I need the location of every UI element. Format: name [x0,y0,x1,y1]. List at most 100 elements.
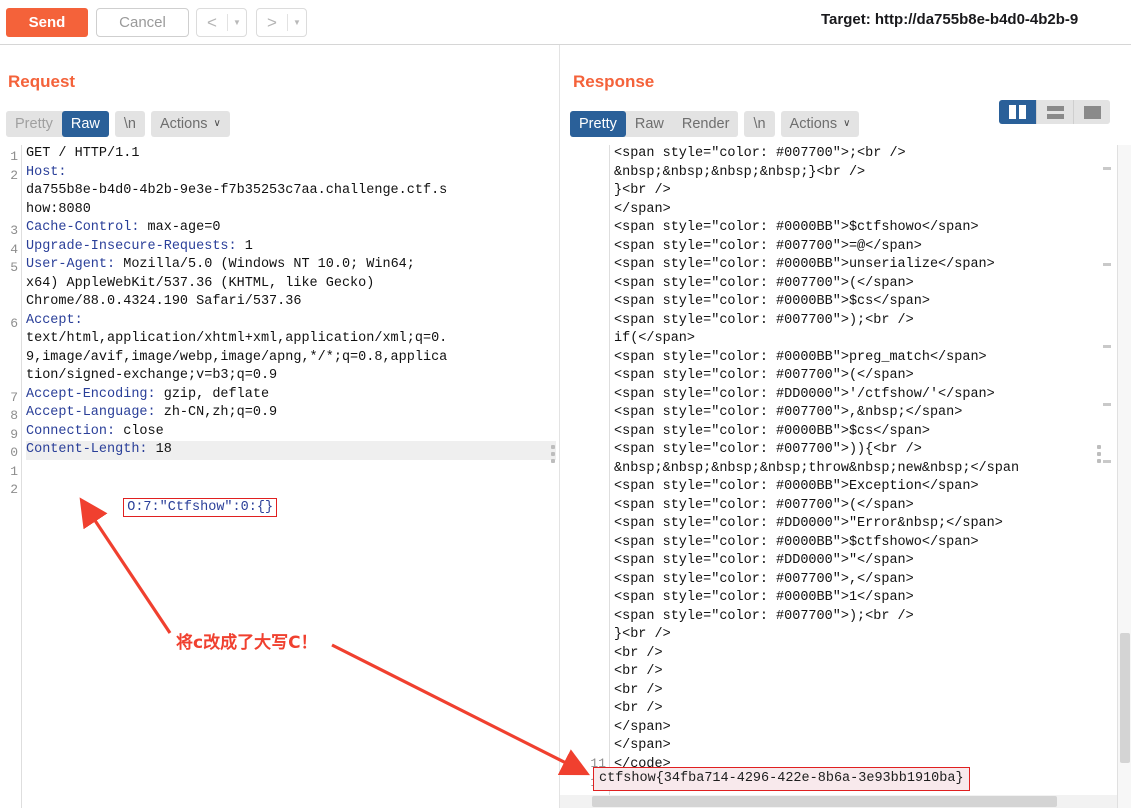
response-line: <span style="color: #007700">(</span> [614,497,1131,516]
tab-request-pretty[interactable]: Pretty [6,111,62,137]
response-line-text: <span style="color: #007700">);<br /> [614,608,914,624]
response-line: <span style="color: #0000BB">preg_match<… [614,349,1131,368]
layout-split-horizontal-button[interactable] [1036,100,1073,124]
tab-response-raw[interactable]: Raw [625,111,673,137]
request-line: O:7:"Ctfshow":0:{} [26,478,560,517]
request-line: 9,image/avif,image/webp,image/apng,*/*;q… [26,349,560,368]
response-line-text: <span style="color: #0000BB">$cs</span> [614,423,930,439]
response-line-text: <span style="color: #007700">(</span> [614,497,914,513]
header-name: Content-Length: [26,442,148,457]
response-line-text: <span style="color: #007700">,</span> [614,571,914,587]
line-number: 1 [10,149,18,164]
response-line-text: </span> [614,719,671,735]
scrollbar-thumb[interactable] [592,796,1057,807]
response-editor[interactable]: 11 12 <span style="color: #007700">;<br … [560,145,1131,808]
request-line: User-Agent: Mozilla/5.0 (Windows NT 10.0… [26,256,560,275]
split-horizontal-icon [1046,105,1064,119]
chevron-down-icon: ∨ [843,118,851,129]
history-back-button[interactable]: < ▼ [196,8,247,37]
response-line: <span style="color: #007700">,</span> [614,571,1131,590]
request-line: Host: [26,164,560,183]
tab-response-render[interactable]: Render [672,111,739,137]
response-line: <span style="color: #007700">=@</span> [614,238,1131,257]
request-line: Upgrade-Insecure-Requests: 1 [26,238,560,257]
response-line-text: <span style="color: #007700">(</span> [614,275,914,291]
line-number: 3 [10,223,18,238]
tab-request-raw[interactable]: Raw [61,111,109,137]
header-value: 1 [236,238,253,254]
request-editor[interactable]: 1 2 3 4 5 6 7 8 9 0 1 2 GET / HTTP/1.1 H… [0,145,560,808]
response-line-text: <span style="color: #DD0000">"</span> [614,553,914,568]
response-line: </span> [614,719,1131,738]
header-value: tion/signed-exchange;v=b3;q=0.9 [26,368,278,383]
tab-response-pretty[interactable]: Pretty [570,111,626,137]
response-line: <span style="color: #DD0000">'/ctfshow/'… [614,386,1131,405]
response-line: }<br /> [614,626,1131,645]
line-number: 6 [10,315,18,331]
response-lines: <span style="color: #007700">;<br /> &nb… [614,145,1131,774]
header-value: zh-CN,zh;q=0.9 [155,405,278,420]
response-line-text: }<br /> [614,183,671,198]
response-line: <span style="color: #007700">(</span> [614,275,1131,294]
response-line-text: <span style="color: #007700">,&nbsp;</sp… [614,405,963,420]
split-vertical-icon [1009,105,1026,119]
response-line: <span style="color: #007700">);<br /> [614,312,1131,331]
top-toolbar: Send Cancel < ▼ > ▼ Target: http://da755… [0,0,1131,45]
header-name: Connection: [26,423,116,439]
response-flag-highlight[interactable]: ctfshow{34fba714-4296-422e-8b6a-3e93bb19… [593,767,970,791]
header-name: Cache-Control: [26,220,140,235]
line-number: 5 [10,260,18,275]
response-line-text: <span style="color: #0000BB">unserialize… [614,257,995,272]
tab-request-newline[interactable]: \n [114,111,145,137]
request-pane-drag-handle[interactable] [551,445,555,463]
line-number: 1 [10,463,18,479]
line-number: 4 [10,241,18,257]
line-number: 8 [10,408,18,423]
request-line: Chrome/88.0.4324.190 Safari/537.36 [26,293,560,312]
response-line: <span style="color: #0000BB">$ctfshowo</… [614,219,1131,238]
response-line: <br /> [614,645,1131,664]
line-number: 7 [10,389,18,405]
response-horizontal-scrollbar[interactable] [560,795,1117,808]
header-name: Upgrade-Insecure-Requests: [26,238,237,254]
chevron-right-icon: > [267,13,277,32]
response-line-text: <span style="color: #0000BB">$ctfshowo</… [614,534,979,550]
header-value: close [115,423,164,439]
history-forward-button[interactable]: > ▼ [256,8,307,37]
response-line: <span style="color: #0000BB">1</span> [614,589,1131,608]
response-line: <span style="color: #DD0000">"Error&nbsp… [614,515,1131,534]
response-pane-drag-handle[interactable] [1097,445,1101,463]
request-body-payload[interactable]: O:7:"Ctfshow":0:{} [123,497,278,517]
request-line: da755b8e-b4d0-4b2b-9e3e-f7b35253c7aa.cha… [26,182,560,201]
response-line: </span> [614,737,1131,756]
response-actions-button[interactable]: Actions ∨ [780,111,860,137]
request-line: Content-Length: 18 [26,441,556,460]
chevron-down-icon[interactable]: ▼ [228,9,246,36]
response-line: </span> [614,201,1131,220]
search-match-markers [1103,145,1115,808]
scrollbar-thumb[interactable] [1120,633,1130,763]
layout-single-pane-button[interactable] [1073,100,1110,124]
tab-response-newline[interactable]: \n [744,111,775,137]
chevron-down-icon: ∨ [213,118,221,129]
request-actions-button[interactable]: Actions ∨ [150,111,230,137]
response-line: <span style="color: #007700">)){<br /> [614,441,1131,460]
cancel-button[interactable]: Cancel [96,8,189,37]
layout-split-vertical-button[interactable] [999,100,1036,124]
response-line-text: <span style="color: #007700">);<br /> [614,312,914,328]
send-button[interactable]: Send [6,8,88,37]
request-tabs: Pretty Raw \n Actions ∨ [6,111,230,137]
header-name: Accept: [26,312,83,328]
response-line: <span style="color: #0000BB">$ctfshowo</… [614,534,1131,553]
chevron-down-icon[interactable]: ▼ [288,9,306,36]
response-line-text: &nbsp;&nbsp;&nbsp;&nbsp;throw&nbsp;new&n… [614,460,1020,476]
request-start-line: GET / HTTP/1.1 [26,146,140,161]
response-line-text: <span style="color: #DD0000">"Error&nbsp… [614,516,1003,531]
response-layout-toggle-group [999,100,1110,124]
request-line: Accept: [26,312,560,331]
response-line-text: <span style="color: #DD0000">'/ctfshow/'… [614,386,995,402]
response-vertical-scrollbar[interactable] [1117,145,1131,808]
header-name: User-Agent: [26,257,116,272]
response-line-text: <span style="color: #007700">(</span> [614,368,914,383]
response-line-text: <span style="color: #0000BB">$ctfshowo</… [614,220,979,235]
